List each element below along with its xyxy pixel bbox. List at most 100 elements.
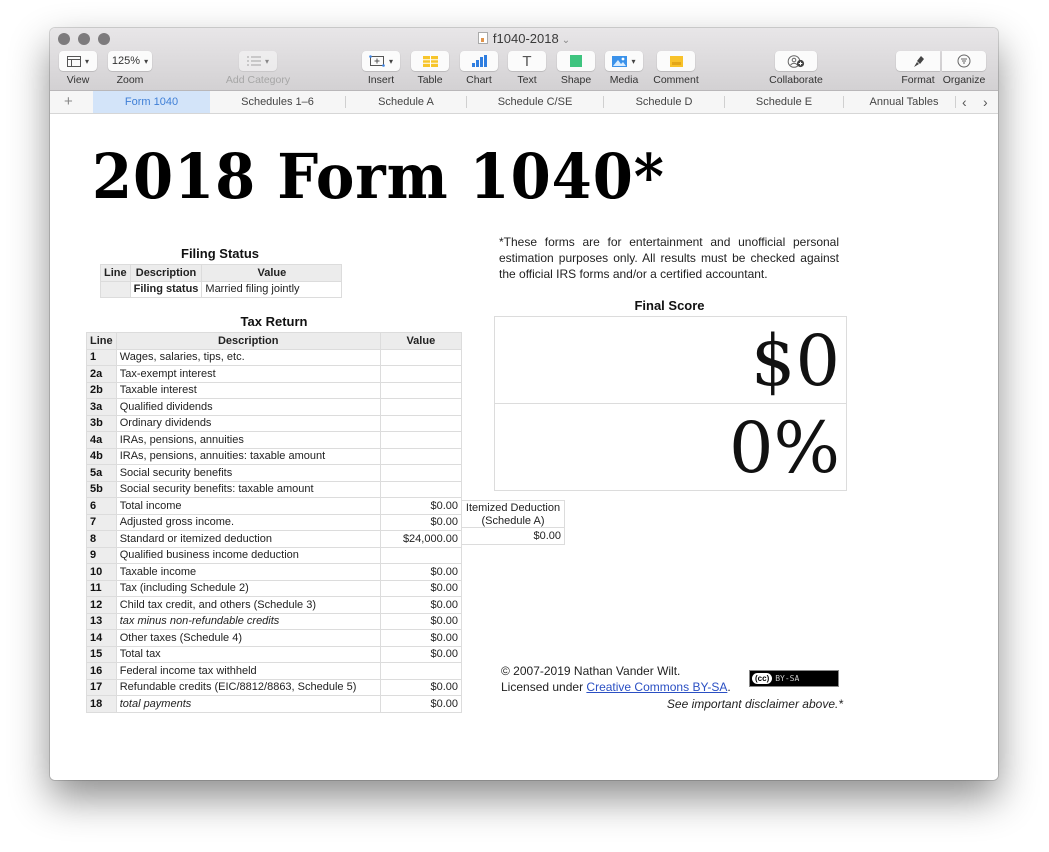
chevron-down-icon: ▾ — [144, 56, 149, 66]
value-cell[interactable]: $0.00 — [379, 678, 463, 696]
tab-schedule-d[interactable]: Schedule D — [604, 91, 724, 113]
description-cell: Other taxes (Schedule 4) — [115, 629, 381, 647]
shape-icon — [570, 55, 582, 67]
table-row: 4a IRAs, pensions, annuities — [86, 431, 463, 449]
value-cell[interactable]: $0.00 — [379, 612, 463, 630]
value-cell[interactable] — [379, 398, 463, 416]
description-cell: Refundable credits (EIC/8812/8863, Sched… — [115, 678, 381, 696]
value-cell[interactable]: $24,000.00 — [379, 530, 463, 548]
value-cell[interactable] — [379, 464, 463, 482]
footer-credits: © 2007-2019 Nathan Vander Wilt. Licensed… — [501, 664, 731, 694]
organize-button[interactable]: Organize — [941, 51, 987, 86]
add-category-button[interactable]: ▾ Add Category — [220, 51, 296, 86]
column-header: Line — [100, 264, 131, 282]
description-cell: Taxable income — [115, 563, 381, 581]
chart-icon — [471, 55, 487, 67]
text-icon: T — [522, 52, 532, 70]
tab-schedules-1-6[interactable]: Schedules 1–6 — [210, 91, 345, 113]
final-score-table: $0 0% — [494, 316, 847, 491]
value-cell[interactable]: $0.00 — [379, 596, 463, 614]
tab-schedule-a[interactable]: Schedule A — [346, 91, 466, 113]
value-cell[interactable]: $0.00 — [379, 629, 463, 647]
line-cell: 3b — [86, 414, 117, 432]
value-cell[interactable]: $0.00 — [379, 579, 463, 597]
filing-status-select[interactable]: Married filing jointly — [201, 280, 343, 298]
license-link[interactable]: Creative Commons BY-SA — [586, 680, 727, 694]
description-cell: tax minus non-refundable credits — [115, 612, 381, 630]
collaborate-button[interactable]: Collaborate — [768, 51, 824, 86]
insert-button[interactable]: ▾ Insert — [361, 51, 401, 86]
column-header: Value — [379, 332, 463, 350]
media-button[interactable]: ▾ Media — [604, 51, 644, 86]
description-cell: Federal income tax withheld — [115, 662, 381, 680]
tax-return-table: Line Description Value 1 Wages, salaries,… — [86, 332, 463, 713]
value-cell[interactable] — [379, 480, 463, 498]
description-cell: Social security benefits: taxable amount — [115, 480, 381, 498]
tab-schedule-e[interactable]: Schedule E — [725, 91, 843, 113]
value-cell[interactable] — [379, 348, 463, 366]
value-cell[interactable] — [379, 414, 463, 432]
value-cell[interactable] — [379, 431, 463, 449]
value-cell[interactable]: $0.00 — [379, 645, 463, 663]
line-cell: 14 — [86, 629, 117, 647]
chart-button[interactable]: Chart — [459, 51, 499, 86]
value-cell[interactable] — [379, 381, 463, 399]
comment-button[interactable]: Comment — [653, 51, 699, 86]
line-cell: 12 — [86, 596, 117, 614]
chevron-down-icon: ⌄ — [561, 35, 571, 46]
line-cell: 9 — [86, 546, 117, 564]
tab-form-1040[interactable]: Form 1040 — [93, 91, 210, 113]
line-cell: 8 — [86, 530, 117, 548]
copyright-text: © 2007-2019 Nathan Vander Wilt. — [501, 664, 681, 678]
value-cell[interactable]: $0.00 — [379, 513, 463, 531]
line-cell: 18 — [86, 695, 117, 713]
column-header: Line — [86, 332, 117, 350]
description-cell: IRAs, pensions, annuities — [115, 431, 381, 449]
chevron-right-icon[interactable]: › — [983, 91, 988, 113]
text-button[interactable]: T Text — [507, 51, 547, 86]
table-row: 13 tax minus non-refundable credits $0.00 — [86, 612, 463, 630]
tab-annual-tables[interactable]: Annual Tables — [844, 91, 964, 113]
table-row: 17 Refundable credits (EIC/8812/8863, Sch… — [86, 678, 463, 696]
value-cell[interactable] — [379, 662, 463, 680]
value-cell[interactable]: $0.00 — [379, 563, 463, 581]
final-score-amount: $0 — [495, 317, 846, 404]
value-cell[interactable] — [379, 365, 463, 383]
description-cell: Qualified dividends — [115, 398, 381, 416]
page-title: 2018 Form 1040* — [92, 140, 665, 213]
value-cell[interactable] — [379, 546, 463, 564]
tab-divider — [955, 96, 956, 108]
toolbar: f1040-2018 ⌄ ▾ View 125% ▾ Zoom ▾ Add Cate… — [50, 28, 998, 91]
chevron-down-icon: ▾ — [264, 56, 269, 66]
line-cell[interactable] — [100, 280, 131, 298]
description-cell: Total tax — [115, 645, 381, 663]
document-icon — [477, 32, 488, 44]
value-cell[interactable]: $0.00 — [379, 695, 463, 713]
list-icon — [246, 56, 261, 66]
cc-by-sa-badge[interactable]: (cc) BY-SA — [749, 670, 839, 687]
line-cell: 5b — [86, 480, 117, 498]
line-cell: 3a — [86, 398, 117, 416]
table-button[interactable]: Table — [410, 51, 450, 86]
final-score-title: Final Score — [634, 298, 705, 313]
table-row: 12 Child tax credit, and others (Schedule… — [86, 596, 463, 614]
document-title[interactable]: f1040-2018 ⌄ — [50, 31, 998, 46]
add-sheet-button[interactable]: + — [64, 91, 73, 113]
shape-button[interactable]: Shape — [556, 51, 596, 86]
table-row: 5a Social security benefits — [86, 464, 463, 482]
collaborate-icon — [787, 54, 805, 68]
zoom-select[interactable]: 125% ▾ Zoom — [107, 51, 153, 86]
table-icon — [422, 55, 438, 67]
value-cell[interactable] — [379, 447, 463, 465]
tax-return-title: Tax Return — [240, 314, 308, 329]
tab-schedule-c-se[interactable]: Schedule C/SE — [467, 91, 603, 113]
sheet-canvas: 2018 Form 1040* Filing Status Line Descr… — [50, 114, 998, 780]
view-button[interactable]: ▾ View — [58, 51, 98, 86]
value-cell[interactable]: $0.00 — [379, 497, 463, 515]
chevron-left-icon[interactable]: ‹ — [962, 91, 967, 113]
table-row: 2b Taxable interest — [86, 381, 463, 399]
itemized-value-cell[interactable]: $0.00 — [461, 527, 565, 545]
description-cell: Ordinary dividends — [115, 414, 381, 432]
line-cell: 11 — [86, 579, 117, 597]
format-button[interactable]: Format — [895, 51, 941, 86]
